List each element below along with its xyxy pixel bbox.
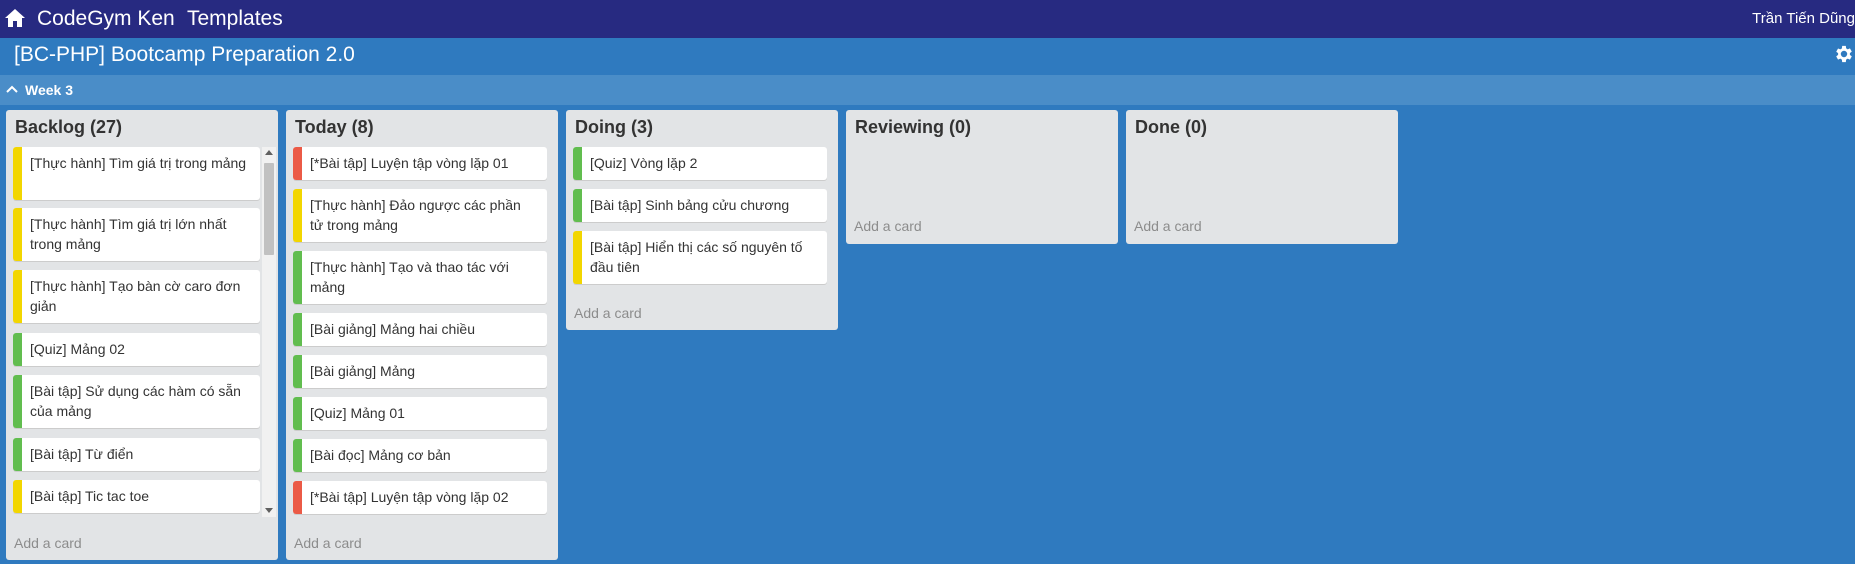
card-label: [293, 355, 302, 388]
card[interactable]: [Quiz] Mảng 02: [13, 333, 260, 366]
card-title: [*Bài tập] Luyện tập vòng lặp 01: [310, 155, 509, 171]
card[interactable]: [Bài giảng] Mảng: [293, 355, 547, 388]
card[interactable]: [Thực hành] Đảo ngược các phần tử trong …: [293, 189, 547, 242]
card[interactable]: [Thực hành] Tìm giá trị trong mảng: [13, 147, 260, 200]
card-label: [573, 231, 582, 284]
list-title[interactable]: Today (8): [295, 117, 374, 138]
list-title[interactable]: Doing (3): [575, 117, 653, 138]
card-title: [Quiz] Mảng 02: [30, 341, 125, 357]
card[interactable]: [*Bài tập] Luyện tập vòng lặp 01: [293, 147, 547, 180]
add-card-button[interactable]: Add a card: [1134, 218, 1202, 234]
card-label: [293, 147, 302, 180]
card[interactable]: [*Bài tập] Luyện tập vòng lặp 02: [293, 481, 547, 514]
card-label: [13, 147, 22, 200]
card-label: [573, 147, 582, 180]
card-title: [Thực hành] Đảo ngược các phần tử trong …: [310, 197, 521, 233]
scroll-down-arrow-icon[interactable]: [265, 508, 273, 513]
card[interactable]: [Bài tập] Hiển thị các số nguyên tố đầu …: [573, 231, 827, 284]
list-doing: Doing (3) [Quiz] Vòng lặp 2 [Bài tập] Si…: [566, 110, 838, 330]
list-title[interactable]: Reviewing (0): [855, 117, 971, 138]
card-title: [Bài tập] Sử dụng các hàm có sẵn của mản…: [30, 383, 241, 419]
list-backlog: Backlog (27) [Thực hành] Tìm giá trị tro…: [6, 110, 278, 560]
scroll-thumb[interactable]: [264, 163, 274, 255]
gear-icon[interactable]: [1833, 43, 1855, 65]
card-title: [Bài tập] Sinh bảng cửu chương: [590, 197, 790, 213]
top-navbar: CodeGym Ken Templates Trần Tiến Dũng: [0, 0, 1855, 38]
card-title: [Bài đọc] Mảng cơ bản: [310, 447, 451, 463]
card[interactable]: [Quiz] Vòng lặp 2: [573, 147, 827, 180]
list-title[interactable]: Done (0): [1135, 117, 1207, 138]
list-done: Done (0) Add a card: [1126, 110, 1398, 244]
card-title: [Bài giảng] Mảng hai chiều: [310, 321, 475, 337]
card-label: [13, 333, 22, 366]
card[interactable]: [Thực hành] Tìm giá trị lớn nhất trong m…: [13, 208, 260, 261]
card-title: [Thực hành] Tìm giá trị lớn nhất trong m…: [30, 216, 227, 252]
card-title: [Quiz] Vòng lặp 2: [590, 155, 698, 171]
card-title: [Bài tập] Tic tac toe: [30, 488, 150, 504]
card[interactable]: [Bài tập] Sinh bảng cửu chương: [573, 189, 827, 222]
add-card-button[interactable]: Add a card: [14, 535, 82, 551]
chevron-up-icon[interactable]: [6, 85, 18, 93]
card-label: [293, 189, 302, 242]
card-label: [293, 251, 302, 304]
card[interactable]: [Bài tập] Tic tac toe: [13, 480, 260, 513]
card-title: [*Bài tập] Luyện tập vòng lặp 02: [310, 489, 509, 505]
card-title: [Quiz] Mảng 01: [310, 405, 405, 421]
card[interactable]: [Bài tập] Từ điển: [13, 438, 260, 471]
add-card-button[interactable]: Add a card: [574, 305, 642, 321]
swimlane-header[interactable]: Week 3: [0, 75, 1855, 105]
card-label: [293, 313, 302, 346]
brand-link[interactable]: CodeGym Ken: [37, 7, 175, 31]
swimlane-title: Week 3: [25, 82, 73, 98]
card-list: [Thực hành] Tìm giá trị trong mảng [Thực…: [13, 147, 260, 517]
card[interactable]: [Bài tập] Sử dụng các hàm có sẵn của mản…: [13, 375, 260, 428]
scroll-up-arrow-icon[interactable]: [265, 150, 273, 155]
card[interactable]: [Bài giảng] Mảng hai chiều: [293, 313, 547, 346]
board-header: [BC-PHP] Bootcamp Preparation 2.0: [0, 38, 1855, 75]
board-title[interactable]: [BC-PHP] Bootcamp Preparation 2.0: [14, 43, 355, 67]
card-label: [293, 439, 302, 472]
card-list: [Quiz] Vòng lặp 2 [Bài tập] Sinh bảng cử…: [573, 147, 827, 292]
list-scrollbar[interactable]: [262, 147, 276, 517]
card-title: [Bài tập] Từ điển: [30, 446, 134, 462]
card[interactable]: [Thực hành] Tạo và thao tác với mảng: [293, 251, 547, 304]
user-menu[interactable]: Trần Tiến Dũng: [1752, 10, 1855, 27]
home-icon[interactable]: [4, 8, 26, 28]
card-label: [13, 480, 22, 513]
card-label: [573, 189, 582, 222]
card-title: [Thực hành] Tạo và thao tác với mảng: [310, 259, 509, 295]
list-today: Today (8) [*Bài tập] Luyện tập vòng lặp …: [286, 110, 558, 560]
list-title[interactable]: Backlog (27): [15, 117, 122, 138]
card-label: [13, 208, 22, 261]
list-reviewing: Reviewing (0) Add a card: [846, 110, 1118, 244]
card-label: [13, 270, 22, 323]
card[interactable]: [Bài đọc] Mảng cơ bản: [293, 439, 547, 472]
card-title: [Thực hành] Tìm giá trị trong mảng: [30, 155, 247, 171]
card-label: [293, 481, 302, 514]
add-card-button[interactable]: Add a card: [294, 535, 362, 551]
card[interactable]: [Quiz] Mảng 01: [293, 397, 547, 430]
card[interactable]: [Thực hành] Tạo bàn cờ caro đơn giản: [13, 270, 260, 323]
card-label: [13, 375, 22, 428]
card-title: [Thực hành] Tạo bàn cờ caro đơn giản: [30, 278, 241, 314]
add-card-button[interactable]: Add a card: [854, 218, 922, 234]
card-title: [Bài giảng] Mảng: [310, 363, 416, 379]
card-label: [13, 438, 22, 471]
card-list: [*Bài tập] Luyện tập vòng lặp 01 [Thực h…: [293, 147, 547, 522]
card-label: [293, 397, 302, 430]
card-title: [Bài tập] Hiển thị các số nguyên tố đầu …: [590, 239, 803, 275]
templates-link[interactable]: Templates: [187, 7, 283, 31]
